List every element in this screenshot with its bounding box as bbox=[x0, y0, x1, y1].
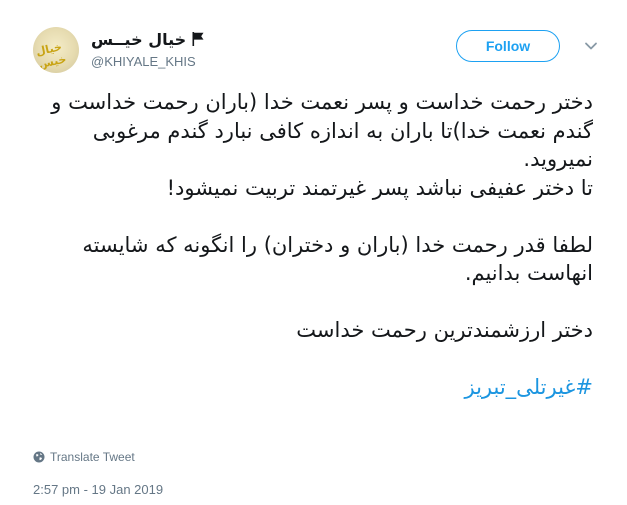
tweet-timestamp[interactable]: 2:57 pm - 19 Jan 2019 bbox=[33, 482, 163, 497]
display-name-text: خیال خیــس bbox=[91, 29, 187, 49]
chevron-down-icon[interactable] bbox=[584, 39, 598, 53]
avatar[interactable]: خیال خیس bbox=[33, 27, 79, 73]
tweet-line: لطفا قدر رحمت خدا (باران و دختران) را ان… bbox=[82, 232, 593, 286]
tweet-header: خیال خیس خیال خیــس @KHIYALE_KHIS Follow bbox=[33, 25, 613, 75]
translate-tweet-label: Translate Tweet bbox=[50, 450, 135, 464]
follow-button[interactable]: Follow bbox=[456, 30, 560, 62]
tweet-line: دختر رحمت خداست و پسر نعمت خدا (باران رح… bbox=[51, 90, 593, 171]
flag-icon bbox=[192, 32, 204, 46]
tweet-line: دختر ارزشمندترین رحمت خداست bbox=[296, 318, 593, 342]
hashtag-link[interactable]: #غیرتلی_تبریز bbox=[464, 375, 593, 399]
translate-tweet-link[interactable]: Translate Tweet bbox=[33, 450, 135, 464]
author-display-name[interactable]: خیال خیــس bbox=[91, 29, 204, 49]
author-names[interactable]: خیال خیــس @KHIYALE_KHIS bbox=[91, 29, 204, 69]
avatar-logo-text: خیال خیس bbox=[34, 40, 68, 72]
tweet-line: تا دختر عفیفی نباشد پسر غیرتمند تربیت نم… bbox=[166, 175, 593, 200]
tweet-text: دختر رحمت خداست و پسر نعمت خدا (باران رح… bbox=[33, 88, 593, 402]
author-handle[interactable]: @KHIYALE_KHIS bbox=[91, 54, 204, 69]
globe-icon bbox=[33, 451, 45, 463]
